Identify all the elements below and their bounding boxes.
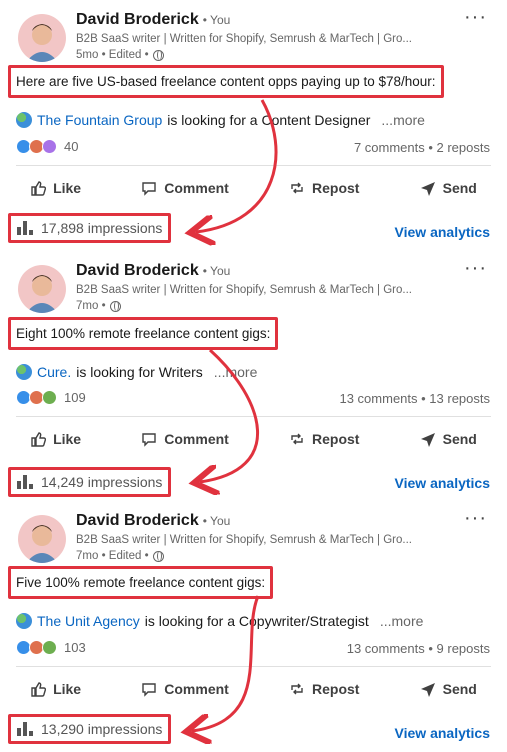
post-body-line: The Fountain Group is looking for a Cont… bbox=[16, 112, 425, 128]
repost-icon bbox=[291, 683, 303, 695]
globe-icon bbox=[152, 49, 164, 61]
impressions-count[interactable]: 17,898 impressions bbox=[8, 213, 172, 243]
reactions-summary[interactable]: 109 bbox=[16, 390, 86, 405]
divider bbox=[16, 165, 491, 166]
globe-icon bbox=[152, 550, 164, 562]
like-button[interactable]: Like bbox=[20, 174, 91, 202]
action-bar: Like Comment Repost Send bbox=[0, 174, 507, 202]
highlighted-post-text: Here are five US-based freelance content… bbox=[8, 65, 444, 98]
author-headline: B2B SaaS writer | Written for Shopify, S… bbox=[76, 284, 412, 296]
view-analytics-link[interactable]: View analytics bbox=[395, 224, 490, 240]
send-icon bbox=[420, 683, 435, 697]
comment-icon bbox=[142, 433, 156, 447]
see-more-link[interactable]: ...more bbox=[380, 613, 424, 629]
company-link[interactable]: Cure. bbox=[37, 364, 71, 380]
earth-emoji-icon bbox=[16, 364, 32, 380]
view-analytics-link[interactable]: View analytics bbox=[395, 725, 490, 741]
send-icon bbox=[420, 182, 435, 196]
author-name[interactable]: David Broderick • You bbox=[76, 262, 230, 280]
engagement-stats[interactable]: 7 comments • 2 reposts bbox=[354, 140, 490, 155]
avatar[interactable] bbox=[18, 265, 66, 313]
comment-button[interactable]: Comment bbox=[131, 425, 239, 453]
repost-button[interactable]: Repost bbox=[279, 675, 369, 703]
reactions-summary[interactable]: 40 bbox=[16, 139, 78, 154]
comment-icon bbox=[142, 182, 156, 196]
comment-icon bbox=[142, 683, 156, 697]
you-label: • You bbox=[202, 264, 231, 278]
impressions-count[interactable]: 13,290 impressions bbox=[8, 714, 172, 744]
send-icon bbox=[420, 433, 435, 447]
send-button[interactable]: Send bbox=[410, 675, 487, 703]
repost-button[interactable]: Repost bbox=[279, 425, 369, 453]
post-card-3: David Broderick • You ··· B2B SaaS writer… bbox=[0, 501, 507, 751]
impressions-count[interactable]: 14,249 impressions bbox=[8, 467, 172, 497]
you-label: • You bbox=[202, 514, 231, 528]
comment-button[interactable]: Comment bbox=[131, 174, 239, 202]
you-label: • You bbox=[202, 13, 231, 27]
globe-icon bbox=[109, 300, 121, 312]
post-card-2: David Broderick • You ··· B2B SaaS writer… bbox=[0, 251, 507, 501]
earth-emoji-icon bbox=[16, 112, 32, 128]
avatar[interactable] bbox=[18, 14, 66, 62]
post-menu-icon[interactable]: ··· bbox=[464, 257, 487, 280]
repost-icon bbox=[291, 433, 303, 445]
highlighted-post-text: Eight 100% remote freelance content gigs… bbox=[8, 317, 279, 350]
company-link[interactable]: The Fountain Group bbox=[37, 112, 162, 128]
author-headline: B2B SaaS writer | Written for Shopify, S… bbox=[76, 534, 412, 546]
view-analytics-link[interactable]: View analytics bbox=[395, 475, 490, 491]
engagement-stats[interactable]: 13 comments • 13 reposts bbox=[339, 391, 490, 406]
avatar[interactable] bbox=[18, 515, 66, 563]
repost-button[interactable]: Repost bbox=[279, 174, 369, 202]
like-button[interactable]: Like bbox=[20, 675, 91, 703]
post-menu-icon[interactable]: ··· bbox=[464, 507, 487, 530]
analytics-bars-icon bbox=[17, 722, 33, 736]
reactions-summary[interactable]: 103 bbox=[16, 640, 86, 655]
post-meta: 7mo • Edited • bbox=[76, 550, 164, 562]
comment-button[interactable]: Comment bbox=[131, 675, 239, 703]
like-button[interactable]: Like bbox=[20, 425, 91, 453]
action-bar: Like Comment Repost Send bbox=[0, 675, 507, 703]
highlighted-post-text: Five 100% remote freelance content gigs: bbox=[8, 566, 274, 599]
author-headline: B2B SaaS writer | Written for Shopify, S… bbox=[76, 33, 412, 45]
thumbs-up-icon bbox=[31, 181, 47, 196]
post-body-line: The Unit Agency is looking for a Copywri… bbox=[16, 613, 423, 629]
analytics-bars-icon bbox=[17, 221, 33, 235]
celebrate-reaction-icon bbox=[42, 640, 57, 655]
post-meta: 7mo • bbox=[76, 300, 121, 312]
action-bar: Like Comment Repost Send bbox=[0, 425, 507, 453]
engagement-stats[interactable]: 13 comments • 9 reposts bbox=[347, 641, 490, 656]
post-body-line: Cure. is looking for Writers ...more bbox=[16, 364, 257, 380]
see-more-link[interactable]: ...more bbox=[214, 364, 258, 380]
post-menu-icon[interactable]: ··· bbox=[464, 6, 487, 29]
analytics-bars-icon bbox=[17, 475, 33, 489]
celebrate-reaction-icon bbox=[42, 390, 57, 405]
thumbs-up-icon bbox=[31, 432, 47, 447]
support-reaction-icon bbox=[42, 139, 57, 154]
earth-emoji-icon bbox=[16, 613, 32, 629]
send-button[interactable]: Send bbox=[410, 425, 487, 453]
thumbs-up-icon bbox=[31, 682, 47, 697]
author-name[interactable]: David Broderick • You bbox=[76, 512, 230, 530]
post-meta: 5mo • Edited • bbox=[76, 49, 164, 61]
author-name[interactable]: David Broderick • You bbox=[76, 11, 230, 29]
company-link[interactable]: The Unit Agency bbox=[37, 613, 140, 629]
repost-icon bbox=[291, 182, 303, 194]
post-card-1: David Broderick • You ··· B2B SaaS writer… bbox=[0, 0, 507, 250]
send-button[interactable]: Send bbox=[410, 174, 487, 202]
divider bbox=[16, 416, 491, 417]
see-more-link[interactable]: ...more bbox=[381, 112, 425, 128]
divider bbox=[16, 666, 491, 667]
